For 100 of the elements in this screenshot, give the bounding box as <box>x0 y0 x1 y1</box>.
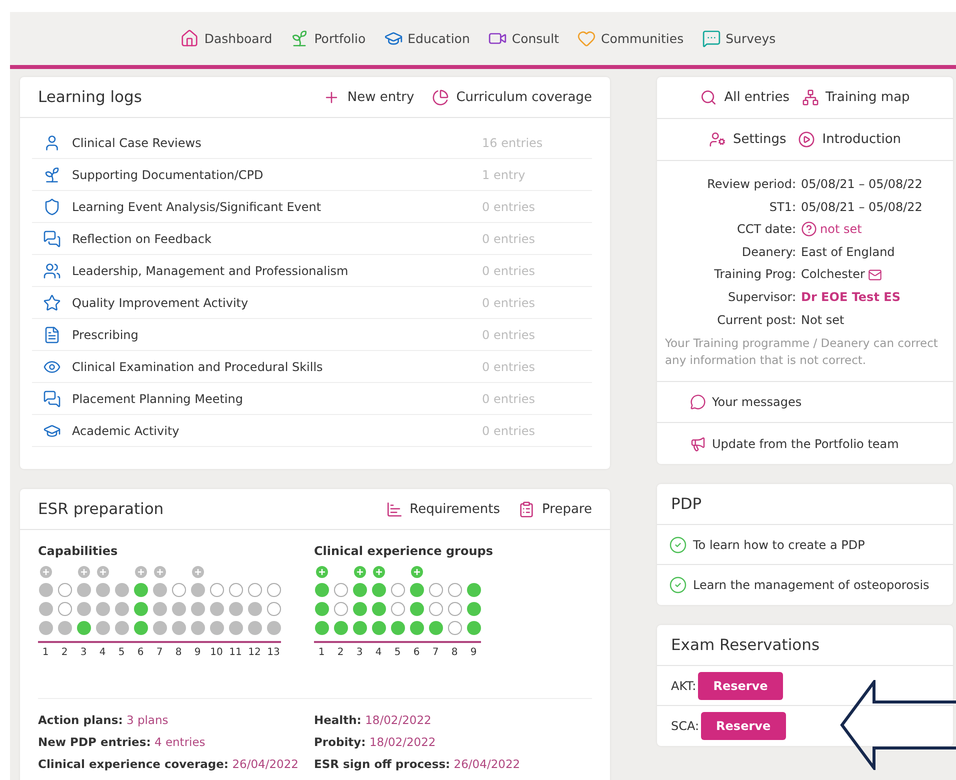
log-category-link[interactable]: Clinical Examination and Procedural Skills <box>72 360 482 374</box>
column-number: 2 <box>60 647 69 658</box>
fact-value-link[interactable]: 3 plans <box>126 713 168 727</box>
info-value: Colchester <box>801 266 865 284</box>
column-number: 3 <box>355 647 364 658</box>
info-value: Not set <box>801 312 844 329</box>
column-number: 9 <box>469 647 478 658</box>
fact-value-link[interactable]: 26/04/2022 <box>232 757 298 771</box>
check-icon <box>669 536 687 554</box>
chat-icon <box>702 29 721 48</box>
entry-count: 16 entries <box>482 136 544 150</box>
fact-value-link[interactable]: 4 entries <box>154 735 206 749</box>
log-category-link[interactable]: Supporting Documentation/CPD <box>72 168 482 182</box>
fact-value-link[interactable]: 18/02/2022 <box>365 713 432 727</box>
fact-label: Health: <box>314 713 362 727</box>
info-label: Review period: <box>706 176 796 193</box>
exam-label: SCA: <box>671 719 700 734</box>
check-icon <box>669 576 687 594</box>
prepare-link[interactable]: Prepare <box>518 500 592 518</box>
search-icon <box>700 89 718 106</box>
fact-value-link[interactable]: 18/02/2022 <box>369 735 436 749</box>
column-number: 6 <box>136 647 145 658</box>
column-number: 13 <box>266 647 281 658</box>
nav-link[interactable]: Education <box>384 29 470 48</box>
chat-icon <box>43 230 61 248</box>
entry-count: 0 entries <box>482 328 536 342</box>
card-title: ESR preparation <box>38 500 164 518</box>
pdp-item: To learn how to create a PDP <box>693 538 865 552</box>
pie-chart-icon <box>432 88 450 106</box>
info-value: 05/08/21 – 05/08/22 <box>801 176 922 193</box>
column-number: 4 <box>374 647 383 658</box>
update-link[interactable]: Update from the Portfolio team <box>657 423 953 464</box>
fact-value-link[interactable]: 26/04/2022 <box>454 757 520 771</box>
entry-count: 1 entry <box>482 168 526 182</box>
nav-link[interactable]: Portfolio <box>290 29 366 48</box>
column-number: 3 <box>79 647 88 658</box>
heart-icon <box>576 29 596 48</box>
bar-chart-icon <box>386 500 403 518</box>
info-label: Current post: <box>716 312 796 329</box>
column-number: 1 <box>41 647 50 658</box>
log-category-link[interactable]: Quality Improvement Activity <box>72 296 482 310</box>
speech-bubble-icon <box>690 394 706 410</box>
card-title: PDP <box>671 495 702 514</box>
column-number: 6 <box>412 647 421 658</box>
nav-link[interactable]: Surveys <box>702 29 776 48</box>
nav-link[interactable]: Consult <box>488 29 559 48</box>
messages-link[interactable]: Your messages <box>657 382 953 424</box>
reserve-button[interactable]: Reserve <box>698 672 783 700</box>
sprout-icon <box>43 166 61 184</box>
person-icon <box>43 134 61 152</box>
fact-label: Action plans: <box>38 713 123 727</box>
people-icon <box>43 262 61 280</box>
reserve-button[interactable]: Reserve <box>701 712 786 740</box>
entry-count: 0 entries <box>482 296 536 310</box>
log-category-link[interactable]: Clinical Case Reviews <box>72 136 482 150</box>
exam-label: AKT: <box>671 678 696 693</box>
info-value: East of England <box>801 244 895 261</box>
play-icon <box>798 131 816 148</box>
info-value: 05/08/21 – 05/08/22 <box>801 198 922 216</box>
fact-label: Clinical experience coverage: <box>38 757 229 771</box>
supervisor-link[interactable]: Dr EOE Test ES <box>801 286 900 309</box>
log-category-link[interactable]: Academic Activity <box>72 424 482 438</box>
info-label: Deanery: <box>740 244 796 261</box>
column-number: 7 <box>155 647 164 658</box>
card-title: Exam Reservations <box>671 636 820 654</box>
log-category-link[interactable]: Placement Planning Meeting <box>72 392 482 406</box>
column-number: 8 <box>450 647 459 658</box>
column-number: 2 <box>336 647 345 658</box>
all-entries-link[interactable]: All entries <box>700 89 790 106</box>
document-icon <box>43 326 61 344</box>
column-number: 8 <box>174 647 183 658</box>
log-category-link[interactable]: Reflection on Feedback <box>72 232 482 246</box>
log-category-link[interactable]: Leadership, Management and Professionalism <box>72 264 482 278</box>
grid-title: Capabilities <box>38 544 119 558</box>
info-label: CCT date: <box>736 221 796 238</box>
curriculum-coverage-link[interactable]: Curriculum coverage <box>432 88 592 106</box>
info-label: Supervisor: <box>727 288 796 306</box>
column-number: 10 <box>209 647 224 658</box>
column-number: 11 <box>228 647 243 658</box>
info-label: Training Prog: <box>713 266 796 284</box>
pdp-item: Learn the management of osteoporosis <box>693 578 930 592</box>
log-category-link[interactable]: Learning Event Analysis/Significant Event <box>72 200 482 214</box>
column-number: 4 <box>98 647 107 658</box>
column-number: 7 <box>431 647 440 658</box>
column-number: 12 <box>247 647 262 658</box>
mail-icon[interactable] <box>868 268 882 282</box>
settings-icon <box>708 131 726 148</box>
entry-count: 0 entries <box>482 392 536 406</box>
nav-link[interactable]: Communities <box>576 29 684 48</box>
log-category-link[interactable]: Prescribing <box>72 328 482 342</box>
nav-link[interactable]: Dashboard <box>180 29 272 48</box>
clipboard-icon <box>518 500 536 518</box>
introduction-link[interactable]: Introduction <box>798 131 902 148</box>
requirements-link[interactable]: Requirements <box>386 500 500 518</box>
settings-link[interactable]: Settings <box>708 131 786 148</box>
entry-count: 0 entries <box>482 424 536 438</box>
training-map-link[interactable]: Training map <box>802 89 910 106</box>
new-entry-link[interactable]: New entry <box>323 88 414 106</box>
column-number: 9 <box>193 647 202 658</box>
entry-count: 0 entries <box>482 232 536 246</box>
